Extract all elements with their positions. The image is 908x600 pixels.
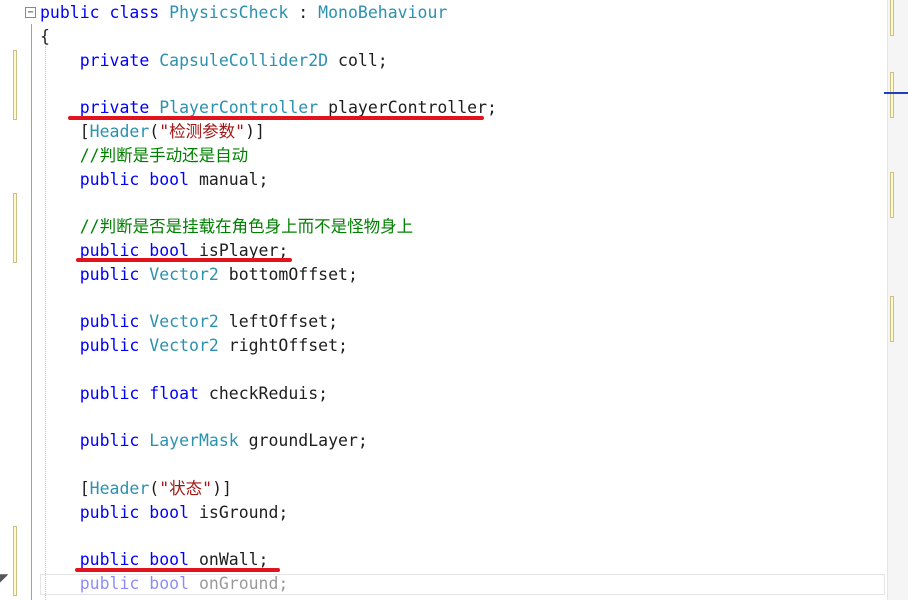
scrollbar-caret-marker (884, 92, 908, 94)
code-token: Vector2 (149, 312, 219, 332)
code-token: )] (245, 122, 265, 141)
code-token: )] (212, 479, 232, 498)
code-token: public class (40, 3, 170, 22)
code-line[interactable]: public bool manual; (40, 169, 269, 191)
code-token: isGround; (198, 502, 289, 522)
code-line[interactable]: [Header("状态")] (40, 478, 232, 500)
code-line[interactable]: public Vector2 rightOffset; (40, 335, 348, 357)
code-line[interactable]: private CapsuleCollider2D coll; (40, 50, 388, 72)
change-marker (13, 193, 17, 263)
code-token: Header (89, 479, 150, 498)
code-token: private (40, 98, 160, 118)
code-line[interactable]: //判断是否是挂载在角色身上而不是怪物身上 (40, 216, 413, 238)
code-line[interactable]: [Header("检测参数")] (40, 121, 265, 143)
collapse-toggle-icon[interactable]: − (25, 7, 36, 18)
code-token: onWall; (198, 550, 269, 570)
code-token: //判断是否是挂载在角色身上而不是怪物身上 (40, 217, 414, 237)
code-token: public bool (40, 502, 199, 522)
scrollbar-change-marker (890, 296, 894, 342)
code-token: : (288, 3, 319, 22)
code-token: ( (149, 122, 160, 141)
code-line[interactable]: //判断是手动还是自动 (40, 145, 248, 167)
change-marker (13, 526, 17, 596)
code-token: public (40, 431, 150, 451)
annotation-underline-playercontroller (68, 116, 484, 120)
code-line[interactable]: public bool onGround; (40, 573, 289, 595)
cursor-arrow-icon: ◤ (0, 570, 9, 586)
code-line[interactable]: public Vector2 leftOffset; (40, 311, 338, 333)
code-line[interactable]: public float checkReduis; (40, 383, 328, 405)
code-token: [ (40, 122, 90, 141)
code-token: public bool (40, 574, 199, 594)
outline-line (31, 24, 32, 600)
code-token: [ (40, 479, 90, 498)
code-token: groundLayer; (238, 431, 368, 451)
code-token: public bool (40, 550, 199, 570)
scrollbar-change-marker (890, 72, 894, 118)
code-token: playerController; (318, 98, 497, 118)
annotation-underline-isplayer (76, 258, 292, 262)
code-token: leftOffset; (218, 312, 339, 332)
code-line[interactable]: public class PhysicsCheck : MonoBehaviou… (40, 2, 447, 24)
change-marker (13, 50, 17, 120)
code-token: { (40, 26, 50, 46)
code-line[interactable]: public Vector2 bottomOffset; (40, 264, 358, 286)
code-editor[interactable]: − public class PhysicsCheck : MonoBehavi… (0, 0, 908, 600)
code-token: public float (40, 383, 209, 403)
scrollbar-change-marker (890, 0, 894, 36)
code-token: public (40, 312, 150, 332)
code-token: bottomOffset; (218, 264, 358, 284)
code-token: public bool (40, 169, 199, 189)
code-token: public (40, 336, 150, 356)
code-line[interactable]: public bool isGround; (40, 502, 289, 524)
code-token: MonoBehaviour (318, 3, 448, 22)
code-line[interactable]: { (40, 26, 50, 48)
code-token: ( (149, 479, 160, 498)
code-token: coll; (328, 50, 388, 70)
code-token: PlayerController (159, 98, 319, 118)
code-token: "状态" (159, 479, 213, 498)
code-token: //判断是手动还是自动 (40, 145, 249, 165)
code-token: Header (89, 122, 150, 141)
code-token: PhysicsCheck (169, 3, 289, 22)
code-line[interactable]: public LayerMask groundLayer; (40, 430, 368, 452)
scrollbar-change-marker (890, 172, 894, 218)
code-token: Vector2 (149, 264, 219, 284)
code-token: checkReduis; (208, 383, 329, 403)
code-token: LayerMask (149, 431, 239, 451)
code-token: "检测参数" (159, 122, 246, 141)
code-token: CapsuleCollider2D (159, 50, 329, 70)
code-token: private (40, 50, 160, 70)
code-token: manual; (198, 169, 269, 189)
vertical-scrollbar[interactable] (884, 0, 908, 600)
code-token: onGround; (198, 574, 289, 594)
code-token: Vector2 (149, 336, 219, 356)
code-token: public (40, 264, 150, 284)
code-token: rightOffset; (218, 336, 348, 356)
annotation-underline-onwall (75, 568, 280, 572)
